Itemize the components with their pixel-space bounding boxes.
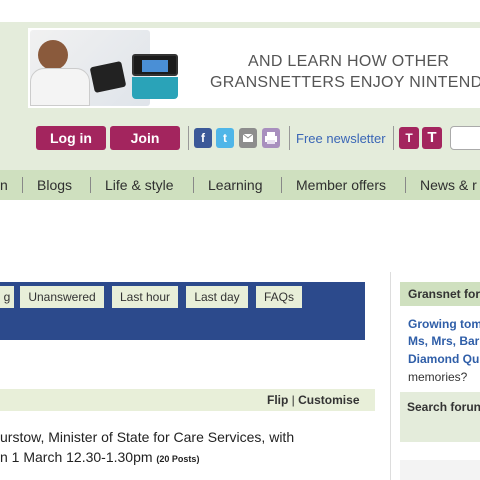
sidebar-link[interactable]: Ms, Mrs, Bar	[408, 334, 479, 348]
tab-faqs[interactable]: FAQs	[256, 286, 302, 308]
nav-separator	[193, 177, 194, 193]
tab-unanswered[interactable]: Unanswered	[20, 286, 104, 308]
sidebar-panel-title: Gransnet for	[400, 282, 480, 306]
thread-title-link[interactable]: urstow, Minister of State for Care Servi…	[0, 427, 370, 469]
customise-link[interactable]: Customise	[298, 393, 359, 407]
sidebar-link[interactable]: Growing tom	[408, 317, 480, 331]
main-nav: n Blogs Life & style Learning Member off…	[0, 170, 480, 200]
thread-title-line-1: urstow, Minister of State for Care Servi…	[0, 429, 295, 445]
nav-item[interactable]: n	[0, 170, 8, 200]
nav-item-member-offers[interactable]: Member offers	[296, 170, 386, 200]
nintendo-banner-ad[interactable]: AND LEARN HOW OTHER GRANSNETTERS ENJOY N…	[28, 28, 480, 108]
login-button[interactable]: Log in	[36, 126, 106, 150]
handheld-console-icon	[89, 60, 127, 94]
divider	[289, 126, 290, 150]
nav-separator	[22, 177, 23, 193]
tab-last-day[interactable]: Last day	[186, 286, 248, 308]
sidebar-ad[interactable]	[400, 460, 480, 480]
nintendo-3ds-icon	[132, 54, 178, 99]
forum-tab[interactable]: g	[0, 286, 14, 308]
email-icon[interactable]	[239, 128, 257, 148]
divider	[393, 126, 394, 150]
free-newsletter-link[interactable]: Free newsletter	[296, 131, 386, 146]
flip-link[interactable]: Flip	[267, 393, 288, 407]
nav-item-news[interactable]: News & r	[420, 170, 477, 200]
sidebar-divider	[390, 272, 391, 480]
banner-headline-1: AND LEARN HOW OTHER	[248, 53, 450, 70]
thread-toolbar-links: Flip | Customise	[267, 393, 360, 407]
search-input[interactable]	[450, 126, 480, 150]
nav-separator	[281, 177, 282, 193]
banner-headline-2: GRANSNETTERS ENJOY NINTENDO	[210, 74, 480, 91]
join-button[interactable]: Join	[110, 126, 180, 150]
child-body	[30, 68, 90, 106]
tab-last-hour[interactable]: Last hour	[112, 286, 178, 308]
nav-separator	[405, 177, 406, 193]
print-icon[interactable]	[262, 128, 280, 148]
nav-item-life-style[interactable]: Life & style	[105, 170, 173, 200]
divider	[188, 126, 189, 150]
nav-item-learning[interactable]: Learning	[208, 170, 263, 200]
text-size-small-button[interactable]: T	[399, 127, 419, 149]
toolbar-separator: |	[291, 393, 295, 407]
child-head	[38, 40, 68, 70]
sidebar-text: memories?	[408, 370, 468, 384]
nav-item-blogs[interactable]: Blogs	[37, 170, 72, 200]
twitter-icon[interactable]: t	[216, 128, 234, 148]
facebook-icon[interactable]: f	[194, 128, 212, 148]
sidebar-link[interactable]: Diamond Qu	[408, 352, 479, 366]
nav-separator	[90, 177, 91, 193]
search-forums-panel: Search forun	[400, 392, 480, 442]
thread-title-line-2: n 1 March 12.30-1.30pm (20 Posts)	[0, 449, 200, 465]
forum-tab-bar: g Unanswered Last hour Last day FAQs	[0, 282, 365, 340]
text-size-large-button[interactable]: T	[422, 127, 442, 149]
post-count: (20 Posts)	[156, 454, 200, 464]
